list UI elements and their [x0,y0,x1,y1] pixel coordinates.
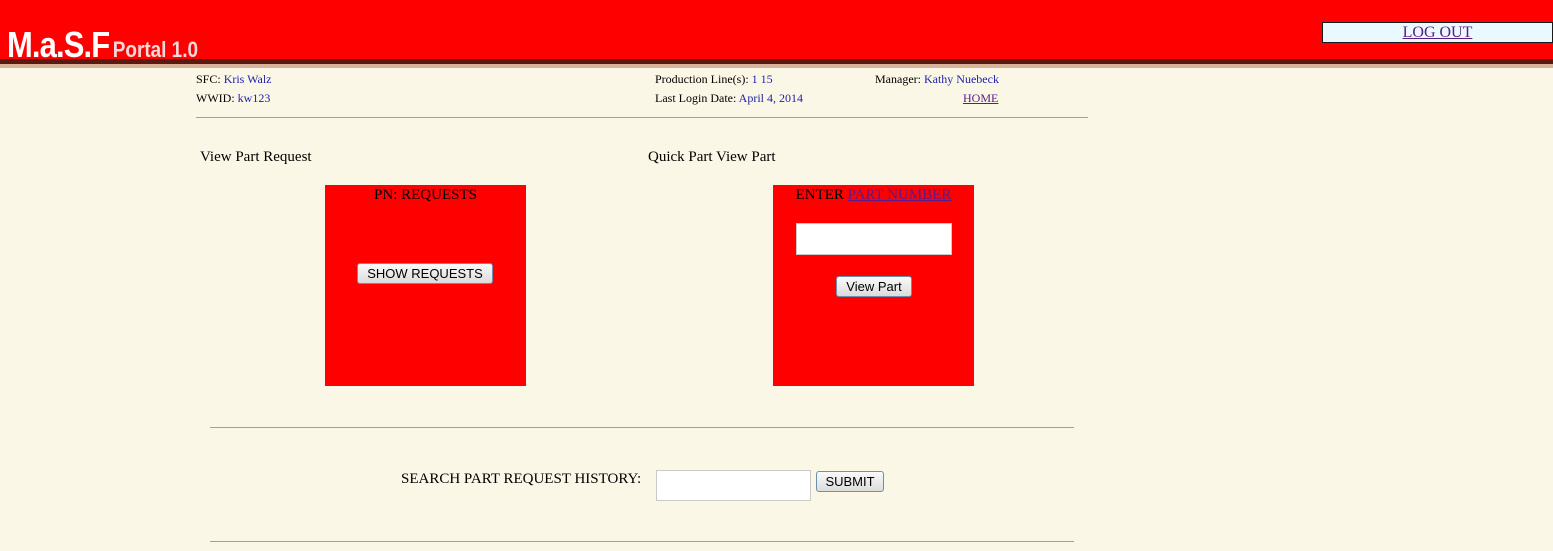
search-history-label: SEARCH PART REQUEST HISTORY: [401,471,642,487]
quick-part-view-title: Quick Part View Part [648,149,776,165]
sfc-label: SFC: [196,72,221,86]
logout-box: LOG OUT [1322,22,1553,43]
sfc-value: Kris Walz [223,72,272,86]
header-divider-light [0,64,1553,68]
manager-label: Manager: [875,72,921,86]
last-login-info: Last Login Date: April 4, 2014 [655,91,803,106]
enter-label: ENTER [795,187,844,203]
submit-button[interactable]: SUBMIT [816,471,884,492]
logo-main-text: M.a.S.F [7,24,110,65]
requests-panel-heading: PN: REQUESTS [374,187,477,203]
part-number-input[interactable] [796,223,952,255]
view-part-request-title: View Part Request [200,149,312,165]
wwid-value: kw123 [237,91,271,105]
logo-version-text: Portal 1.0 [112,37,198,62]
show-requests-button[interactable]: SHOW REQUESTS [357,263,493,284]
quick-part-panel-heading: ENTER PART NUMBER [773,187,974,204]
manager-info: Manager: Kathy Nuebeck [875,72,999,87]
view-part-button[interactable]: View Part [836,276,912,297]
production-lines-info: Production Line(s): 1 15 [655,72,773,87]
part-number-link[interactable]: PART NUMBER [848,187,952,203]
bottom-divider [210,541,1074,542]
last-login-label: Last Login Date: [655,91,737,105]
header-bar [0,0,1553,59]
logout-link[interactable]: LOG OUT [1403,24,1473,41]
section-divider [210,427,1074,428]
quick-part-panel: ENTER PART NUMBER View Part [773,185,974,386]
requests-panel: PN: REQUESTS SHOW REQUESTS [325,185,526,386]
sfc-info: SFC: Kris Walz [196,72,272,87]
production-lines-value: 1 15 [751,72,773,86]
last-login-value: April 4, 2014 [738,91,803,105]
info-divider [196,117,1088,118]
manager-value: Kathy Nuebeck [923,72,999,86]
app-logo: M.a.S.F Portal 1.0 [7,24,198,66]
wwid-label: WWID: [196,91,235,105]
search-history-input[interactable] [656,470,811,501]
production-lines-label: Production Line(s): [655,72,749,86]
wwid-info: WWID: kw123 [196,91,270,106]
home-link[interactable]: HOME [963,91,998,106]
